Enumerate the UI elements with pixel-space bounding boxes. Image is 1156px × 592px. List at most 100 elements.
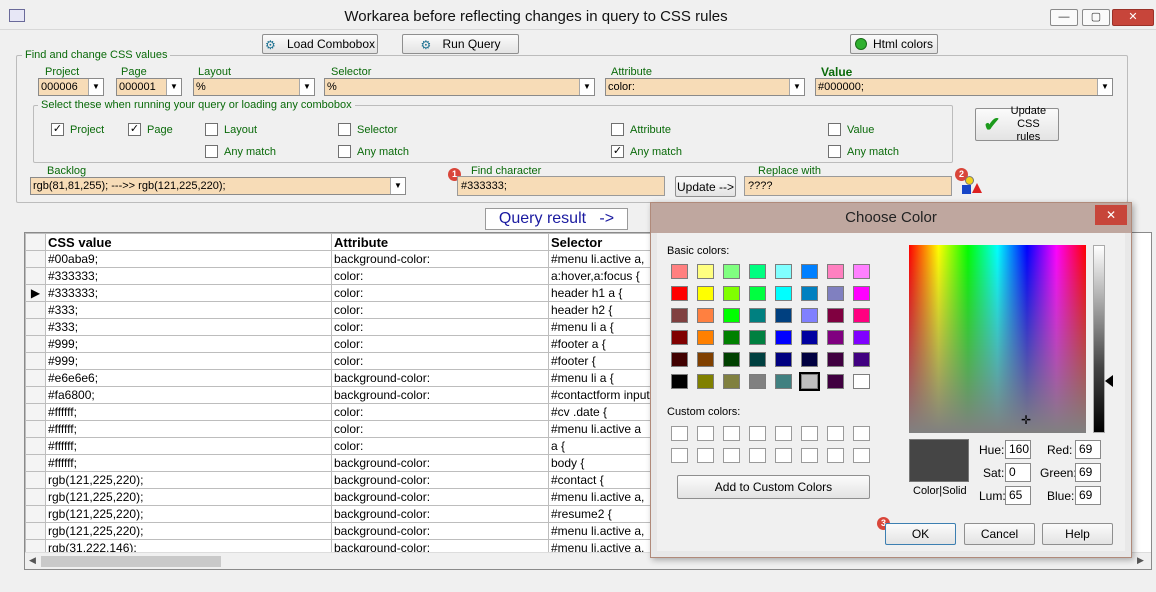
- check-project[interactable]: ✓ Project: [51, 123, 104, 136]
- css-value-cell[interactable]: #fa6800;: [45, 386, 332, 404]
- basic-color-swatch[interactable]: [749, 308, 766, 323]
- basic-color-swatch[interactable]: [775, 374, 792, 389]
- attribute-cell[interactable]: color:: [331, 267, 549, 285]
- table-row[interactable]: #ffffff; color: #menu li.active a: [25, 420, 749, 438]
- checkbox-attribute[interactable]: [611, 123, 624, 136]
- custom-color-swatch[interactable]: [723, 448, 740, 463]
- update-arrow-button[interactable]: Update -->: [675, 176, 736, 197]
- css-value-cell[interactable]: #999;: [45, 335, 332, 353]
- custom-color-swatch[interactable]: [697, 426, 714, 441]
- css-value-cell[interactable]: #333;: [45, 318, 332, 336]
- basic-color-swatch[interactable]: [723, 264, 740, 279]
- custom-color-swatch[interactable]: [853, 448, 870, 463]
- project-combobox[interactable]: 000006 ▼: [38, 78, 104, 96]
- table-row[interactable]: #333; color: header h2 {: [25, 301, 749, 319]
- close-button[interactable]: ✕: [1112, 9, 1154, 26]
- custom-color-swatch[interactable]: [671, 426, 688, 441]
- basic-color-swatch[interactable]: [671, 264, 688, 279]
- basic-color-swatch[interactable]: [749, 330, 766, 345]
- basic-color-swatch[interactable]: [853, 264, 870, 279]
- attribute-cell[interactable]: background-color:: [331, 250, 549, 268]
- css-value-cell[interactable]: #ffffff;: [45, 437, 332, 455]
- checkbox-selector-any[interactable]: [338, 145, 351, 158]
- custom-color-swatch[interactable]: [827, 426, 844, 441]
- update-css-rules-button[interactable]: ✔ Update CSS rules: [975, 105, 1059, 143]
- red-input[interactable]: 69: [1075, 440, 1101, 459]
- css-value-cell[interactable]: #999;: [45, 352, 332, 370]
- basic-color-swatch[interactable]: [723, 352, 740, 367]
- check-value[interactable]: Value: [828, 123, 874, 136]
- check-attribute-any[interactable]: ✓ Any match: [611, 145, 682, 158]
- scroll-right-icon[interactable]: ▶: [1137, 555, 1144, 566]
- table-row[interactable]: #999; color: #footer {: [25, 352, 749, 370]
- css-value-cell[interactable]: #ffffff;: [45, 420, 332, 438]
- custom-color-swatch[interactable]: [827, 448, 844, 463]
- table-row[interactable]: #333333; color: a:hover,a:focus {: [25, 267, 749, 285]
- basic-color-swatch[interactable]: [799, 372, 820, 391]
- table-row[interactable]: rgb(121,225,220); background-color: #menu …: [25, 488, 749, 506]
- basic-color-swatch[interactable]: [697, 330, 714, 345]
- maximize-button[interactable]: ▢: [1082, 9, 1110, 26]
- dialog-close-button[interactable]: ✕: [1095, 205, 1127, 225]
- basic-color-swatch[interactable]: [827, 286, 844, 301]
- css-value-cell[interactable]: rgb(121,225,220);: [45, 522, 332, 540]
- css-value-cell[interactable]: #e6e6e6;: [45, 369, 332, 387]
- luminance-arrow-icon[interactable]: [1105, 375, 1113, 387]
- basic-color-swatch[interactable]: [827, 264, 844, 279]
- basic-color-swatch[interactable]: [853, 308, 870, 323]
- basic-color-swatch[interactable]: [827, 308, 844, 323]
- css-value-cell[interactable]: #00aba9;: [45, 250, 332, 268]
- custom-color-swatch[interactable]: [671, 448, 688, 463]
- basic-color-swatch[interactable]: [697, 264, 714, 279]
- basic-color-swatch[interactable]: [749, 374, 766, 389]
- basic-color-swatch[interactable]: [749, 352, 766, 367]
- basic-color-swatch[interactable]: [749, 286, 766, 301]
- attribute-cell[interactable]: background-color:: [331, 386, 549, 404]
- attribute-cell[interactable]: color:: [331, 301, 549, 319]
- custom-color-swatch[interactable]: [775, 448, 792, 463]
- basic-color-swatch[interactable]: [801, 308, 818, 323]
- table-row[interactable]: #ffffff; background-color: body {: [25, 454, 749, 472]
- custom-color-swatch[interactable]: [775, 426, 792, 441]
- table-row[interactable]: ▶ #333333; color: header h1 a {: [25, 284, 749, 302]
- find-character-input[interactable]: #333333;: [457, 176, 665, 196]
- table-row[interactable]: #999; color: #footer a {: [25, 335, 749, 353]
- blue-input[interactable]: 69: [1075, 486, 1101, 505]
- basic-color-swatch[interactable]: [801, 286, 818, 301]
- page-combobox[interactable]: 000001 ▼: [116, 78, 182, 96]
- css-value-cell[interactable]: #333;: [45, 301, 332, 319]
- column-header-css-value[interactable]: CSS value: [45, 233, 332, 251]
- chevron-down-icon[interactable]: ▼: [390, 178, 405, 194]
- table-row[interactable]: #e6e6e6; background-color: #menu li a {: [25, 369, 749, 387]
- luminance-slider[interactable]: [1093, 245, 1105, 433]
- green-input[interactable]: 69: [1075, 463, 1101, 482]
- check-attribute[interactable]: Attribute: [611, 123, 671, 136]
- basic-color-swatch[interactable]: [697, 352, 714, 367]
- css-value-cell[interactable]: #333333;: [45, 267, 332, 285]
- attribute-cell[interactable]: background-color:: [331, 471, 549, 489]
- css-value-cell[interactable]: rgb(121,225,220);: [45, 505, 332, 523]
- custom-color-swatch[interactable]: [723, 426, 740, 441]
- custom-color-swatch[interactable]: [749, 426, 766, 441]
- basic-color-swatch[interactable]: [853, 286, 870, 301]
- selector-combobox[interactable]: % ▼: [324, 78, 595, 96]
- attribute-cell[interactable]: background-color:: [331, 454, 549, 472]
- basic-color-swatch[interactable]: [697, 286, 714, 301]
- sat-input[interactable]: 0: [1005, 463, 1031, 482]
- column-header-attribute[interactable]: Attribute: [331, 233, 549, 251]
- chevron-down-icon[interactable]: ▼: [88, 79, 103, 95]
- attribute-cell[interactable]: color:: [331, 352, 549, 370]
- value-combobox[interactable]: #000000; ▼: [815, 78, 1113, 96]
- checkbox-layout-any[interactable]: [205, 145, 218, 158]
- attribute-cell[interactable]: color:: [331, 437, 549, 455]
- table-row[interactable]: #333; color: #menu li a {: [25, 318, 749, 336]
- check-layout[interactable]: Layout: [205, 123, 257, 136]
- scroll-thumb[interactable]: [41, 556, 221, 567]
- basic-color-swatch[interactable]: [671, 352, 688, 367]
- basic-color-swatch[interactable]: [697, 308, 714, 323]
- custom-color-swatch[interactable]: [801, 448, 818, 463]
- basic-color-swatch[interactable]: [723, 374, 740, 389]
- ok-button[interactable]: OK: [885, 523, 956, 545]
- basic-color-swatch[interactable]: [801, 330, 818, 345]
- basic-color-swatch[interactable]: [671, 374, 688, 389]
